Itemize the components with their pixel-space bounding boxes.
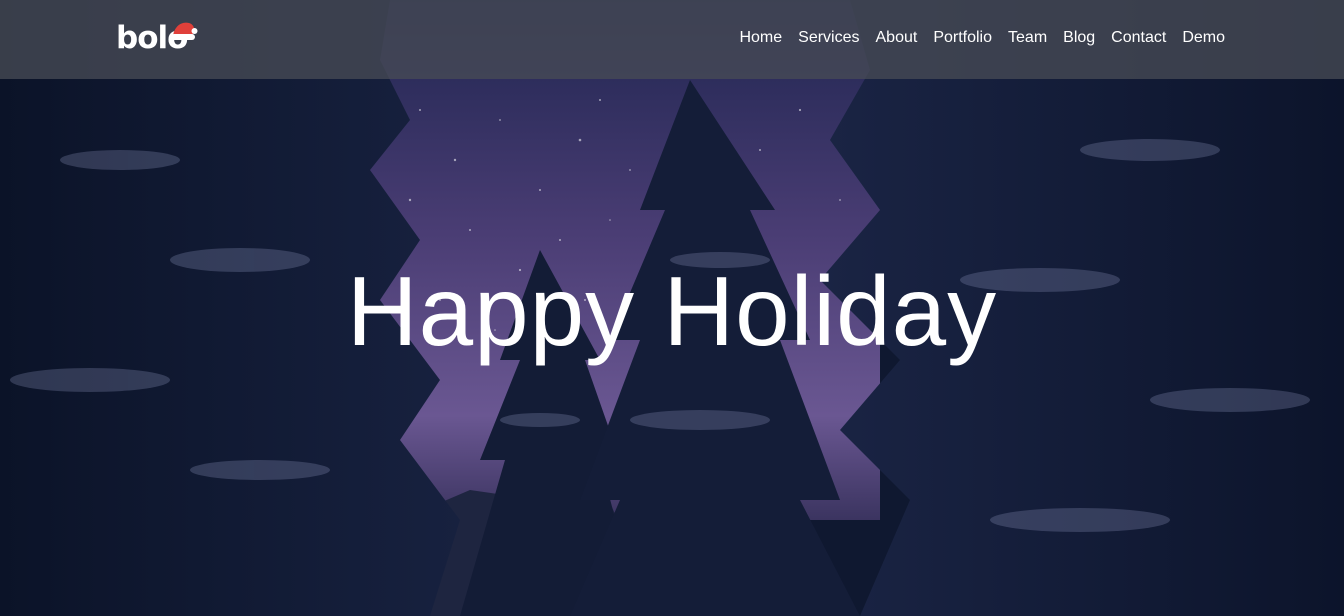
hero-title: Happy Holiday — [346, 256, 998, 366]
nav-item-contact[interactable]: Contact — [1111, 28, 1166, 48]
nav-item-blog[interactable]: Blog — [1063, 28, 1095, 48]
navbar: bolo Home Services About Portfolio Team … — [0, 0, 1344, 79]
santa-hat-icon — [171, 22, 198, 40]
nav-item-home[interactable]: Home — [739, 28, 782, 48]
hero-section: bolo Home Services About Portfolio Team … — [0, 0, 1344, 616]
nav-item-demo[interactable]: Demo — [1182, 28, 1225, 48]
main-nav: Home Services About Portfolio Team Blog … — [739, 28, 1225, 48]
nav-item-about[interactable]: About — [876, 28, 918, 48]
nav-item-services[interactable]: Services — [798, 28, 859, 48]
nav-item-portfolio[interactable]: Portfolio — [933, 28, 992, 48]
nav-item-team[interactable]: Team — [1008, 28, 1047, 48]
